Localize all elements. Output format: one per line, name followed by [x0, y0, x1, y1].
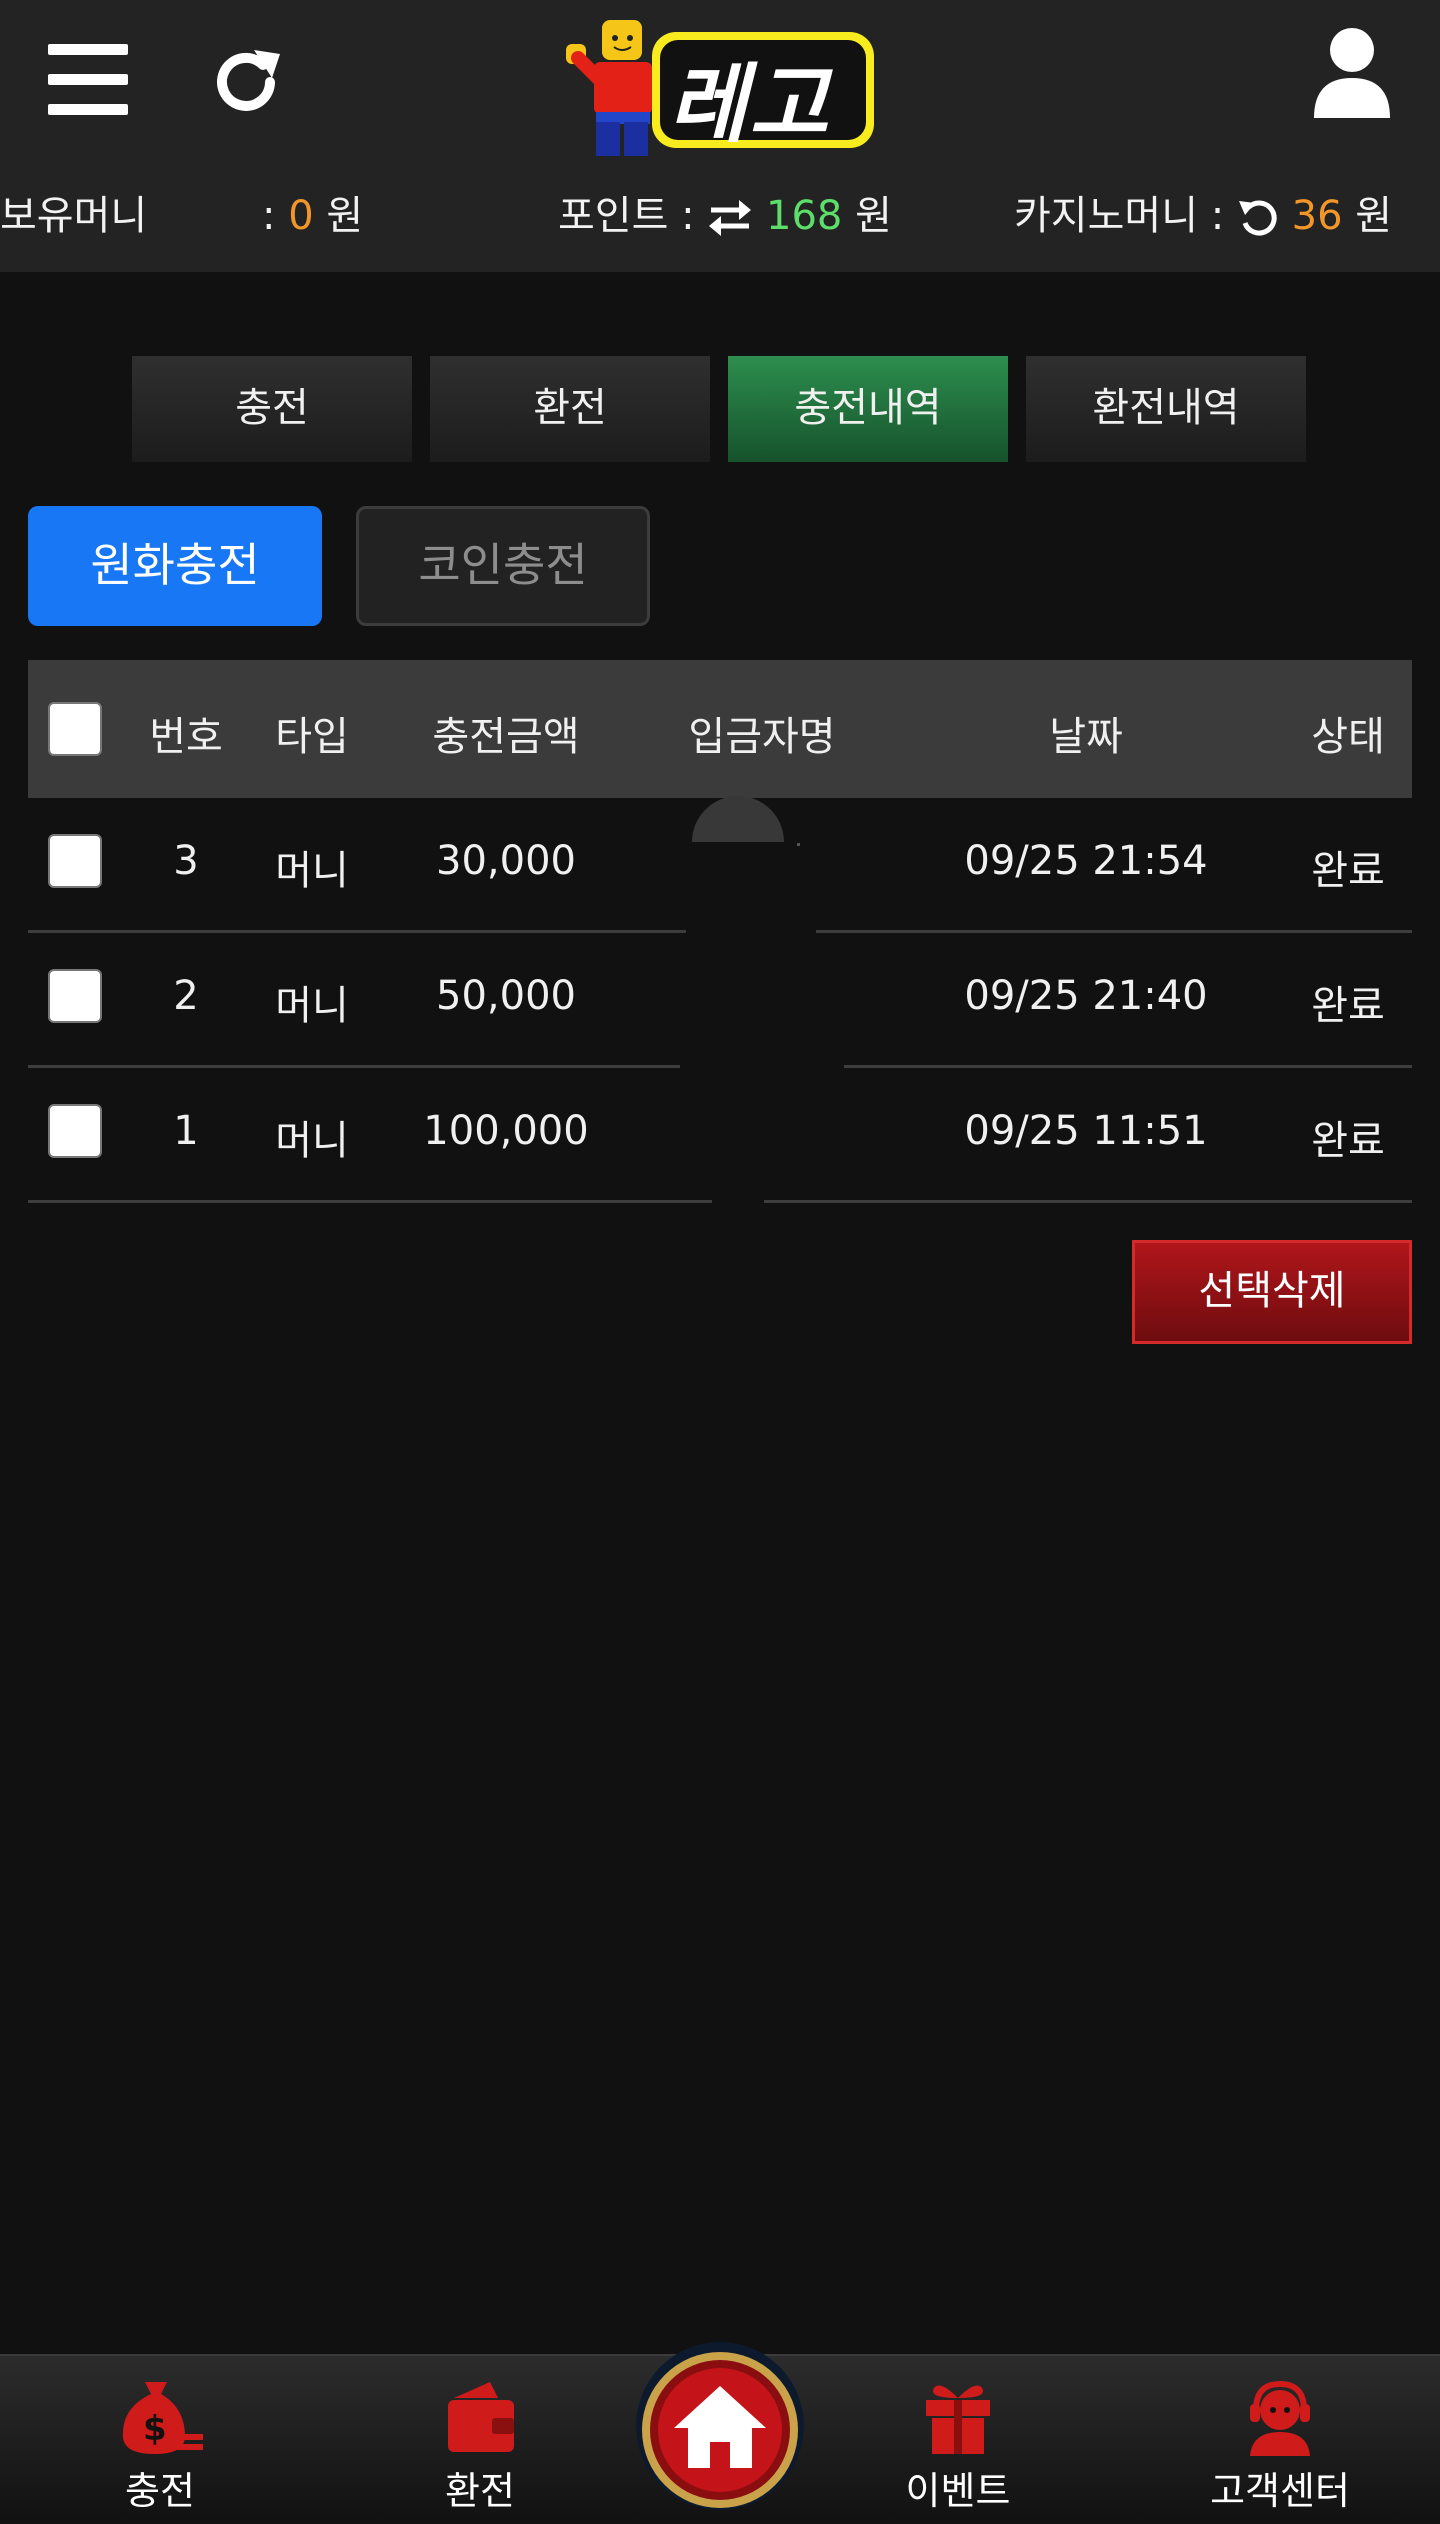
header-type: 타입 — [275, 714, 349, 760]
header-depositor: 입금자명 — [688, 714, 836, 760]
table-row: 1 머니 100,000 09/25 11:51 완료 — [0, 1068, 1440, 1203]
row-type: 머니 — [275, 848, 349, 894]
row-divider — [28, 1200, 712, 1203]
delete-selected-button[interactable]: 선택삭제 — [1132, 1240, 1412, 1344]
row-status: 완료 — [1311, 1118, 1385, 1164]
row-checkbox[interactable] — [48, 969, 102, 1023]
row-no: 3 — [173, 838, 199, 884]
row-no: 2 — [173, 973, 199, 1019]
row-type: 머니 — [275, 983, 349, 1029]
nav-event[interactable]: 이벤트 — [858, 2378, 1058, 2518]
row-divider — [764, 1200, 1412, 1203]
tab-exchange-history[interactable]: 환전내역 — [1026, 356, 1306, 462]
refresh-icon[interactable] — [208, 44, 284, 120]
money-value: 0 — [288, 193, 314, 239]
tab-exchange[interactable]: 환전 — [430, 356, 710, 462]
home-icon[interactable] — [634, 2336, 806, 2516]
gift-icon — [926, 2385, 990, 2454]
row-date: 09/25 21:54 — [964, 838, 1208, 884]
header-amount: 충전금액 — [432, 714, 580, 760]
row-date: 09/25 21:40 — [964, 973, 1208, 1019]
wallet-icon — [448, 2382, 514, 2452]
row-amount: 30,000 — [436, 838, 576, 884]
money-bag-icon: $ — [122, 2382, 203, 2454]
nav-support[interactable]: 고객센터 — [1180, 2378, 1380, 2518]
row-no: 1 — [173, 1108, 199, 1154]
money-balance: : 0 원 — [262, 180, 363, 252]
table-row: 2 머니 50,000 09/25 21:40 완료 — [0, 933, 1440, 1068]
nav-charge-label: 충전 — [125, 2469, 195, 2513]
header: 레고 보유머니 : 0 원 포인트 : 168 원 카지노머니 : 36 원 — [0, 0, 1440, 272]
menu-icon[interactable] — [48, 44, 128, 116]
tab-charge-history[interactable]: 충전내역 — [728, 356, 1008, 462]
select-all-checkbox[interactable] — [48, 702, 102, 756]
row-amount: 100,000 — [423, 1108, 589, 1154]
header-no: 번호 — [149, 714, 223, 760]
point-label: 포인트 : — [558, 193, 695, 239]
money-sep: : — [262, 193, 276, 239]
row-checkbox[interactable] — [48, 834, 102, 888]
row-type: 머니 — [275, 1118, 349, 1164]
spinner-dot — [797, 843, 800, 846]
casino-value: 36 — [1291, 193, 1343, 239]
tab-charge[interactable]: 충전 — [132, 356, 412, 462]
point-value: 168 — [766, 193, 843, 239]
krw-charge-button[interactable]: 원화충전 — [28, 506, 322, 626]
money-unit: 원 — [326, 193, 364, 239]
logo-text: 레고 — [668, 55, 831, 155]
row-status: 완료 — [1311, 848, 1385, 894]
money-label: 보유머니 — [0, 193, 148, 239]
nav-charge[interactable]: $ 충전 — [60, 2378, 260, 2518]
nav-event-label: 이벤트 — [905, 2469, 1011, 2513]
header-date: 날짜 — [1049, 714, 1123, 760]
coin-charge-button[interactable]: 코인충전 — [356, 506, 650, 626]
point-unit: 원 — [855, 193, 892, 239]
support-agent-icon — [1250, 2380, 1310, 2456]
exchange-arrows-icon[interactable] — [707, 198, 753, 238]
nav-exchange-label: 환전 — [445, 2469, 515, 2513]
nav-support-label: 고객센터 — [1210, 2469, 1350, 2513]
casino-balance: 카지노머니 : 36 원 — [1014, 180, 1392, 252]
svg-text:$: $ — [143, 2409, 167, 2449]
row-date: 09/25 11:51 — [964, 1108, 1208, 1154]
header-status: 상태 — [1311, 714, 1385, 760]
table-header: 번호 타입 충전금액 입금자명 날짜 상태 — [28, 660, 1412, 798]
logo[interactable]: 레고 — [560, 14, 880, 160]
row-amount: 50,000 — [436, 973, 576, 1019]
undo-icon[interactable] — [1237, 197, 1279, 239]
casino-unit: 원 — [1355, 193, 1393, 239]
casino-label: 카지노머니 : — [1014, 193, 1225, 239]
nav-exchange[interactable]: 환전 — [380, 2378, 580, 2518]
row-checkbox[interactable] — [48, 1104, 102, 1158]
row-status: 완료 — [1311, 983, 1385, 1029]
point-balance: 포인트 : 168 원 — [558, 180, 892, 252]
balance-row: 보유머니 : 0 원 포인트 : 168 원 카지노머니 : 36 원 — [0, 180, 1440, 252]
user-icon[interactable] — [1312, 26, 1392, 118]
